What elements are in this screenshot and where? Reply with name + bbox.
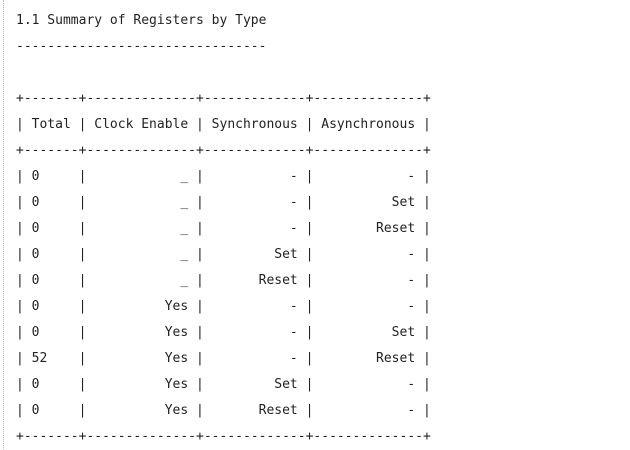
table-row: | 0 | _ | Set | - |	[16, 247, 431, 262]
report-title-underline: --------------------------------	[16, 39, 267, 54]
table-row: | 0 | Yes | - | - |	[16, 299, 431, 314]
table-row: | 0 | _ | - | Set |	[16, 195, 431, 210]
table-row: | 0 | Yes | Set | - |	[16, 377, 431, 392]
table-row: | 0 | _ | - | - |	[16, 169, 431, 184]
left-margin-guide	[3, 0, 4, 450]
register-summary-report: 1.1 Summary of Registers by Type --------…	[16, 8, 431, 450]
table-row: | 0 | Yes | - | Set |	[16, 325, 431, 340]
table-row: | 0 | _ | - | Reset |	[16, 221, 431, 236]
table-row: | 0 | Yes | Reset | - |	[16, 403, 431, 418]
report-title: 1.1 Summary of Registers by Type	[16, 13, 267, 28]
table-header-border: +-------+--------------+-------------+--…	[16, 143, 431, 158]
table-row: | 0 | _ | Reset | - |	[16, 273, 431, 288]
report-viewer: 1.1 Summary of Registers by Type --------…	[0, 0, 630, 450]
table-header-row: | Total | Clock Enable | Synchronous | A…	[16, 117, 431, 132]
table-bottom-border: +-------+--------------+-------------+--…	[16, 429, 431, 444]
table-row: | 52 | Yes | - | Reset |	[16, 351, 431, 366]
table-top-border: +-------+--------------+-------------+--…	[16, 91, 431, 106]
